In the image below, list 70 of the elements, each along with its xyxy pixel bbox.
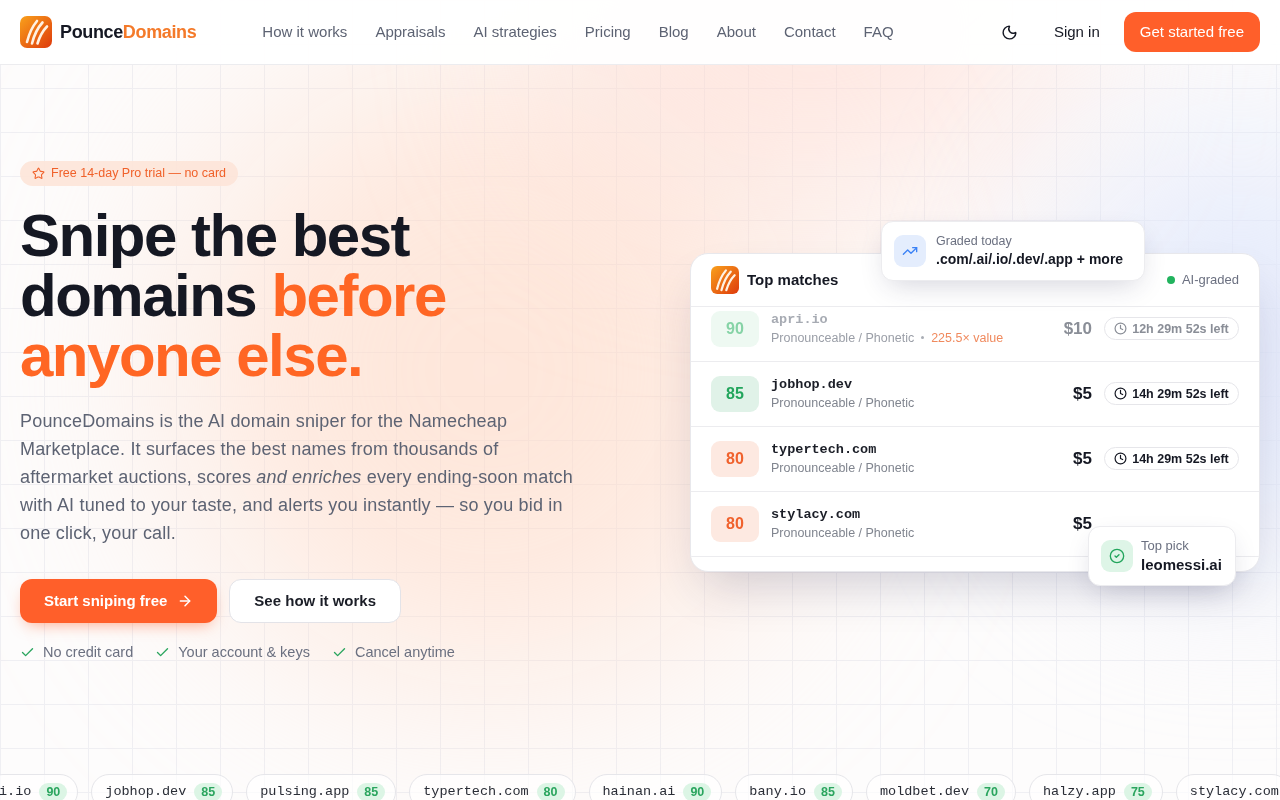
score-badge: 85 bbox=[711, 375, 759, 412]
chip-score: 90 bbox=[39, 782, 68, 800]
price-label: $5 bbox=[1073, 513, 1092, 536]
timer-text: 14h 29m 52s left bbox=[1132, 450, 1229, 468]
chip-domain: bany.io bbox=[749, 782, 807, 800]
nav-link[interactable]: Appraisals bbox=[375, 20, 446, 44]
chip-score: 70 bbox=[977, 782, 1005, 800]
star-icon bbox=[32, 167, 45, 180]
score-badge: 80 bbox=[711, 505, 759, 542]
value-note: 225.5× value bbox=[931, 329, 1004, 347]
price-label: $5 bbox=[1073, 383, 1092, 406]
nav-link[interactable]: Contact bbox=[783, 20, 836, 44]
hero-headline: Snipe the best domains before anyone else. bbox=[20, 206, 447, 386]
clock-icon bbox=[1114, 452, 1128, 466]
logo-icon bbox=[711, 265, 739, 294]
nav-link[interactable]: Pricing bbox=[584, 20, 631, 44]
perk-text: No credit card bbox=[43, 643, 134, 662]
top-pick-domain: leomessi.ai bbox=[1141, 554, 1222, 575]
hero-description: PounceDomains is the AI domain sniper for the Namecheap Marketplace. It surfaces the best names from thousands of aftermarket auctions, scores and enriches every ending-soon match with AI tuned to your taste, and alerts you instantly — so you bid in one click, your call. bbox=[20, 410, 574, 545]
chip-score: 80 bbox=[536, 782, 565, 800]
price-label: $5 bbox=[1073, 448, 1092, 471]
nav-link[interactable]: How it works bbox=[262, 20, 348, 44]
domain-name: jobhop.dev bbox=[771, 375, 853, 394]
chip-score: 75 bbox=[1123, 782, 1152, 800]
timer-text: 12h 29m 52s left bbox=[1132, 320, 1229, 338]
top-pick-label: Top pick bbox=[1141, 536, 1190, 555]
timer-text: 14h 29m 52s left bbox=[1132, 385, 1229, 403]
chip-score: 85 bbox=[357, 782, 386, 800]
brand-name: PounceDomains bbox=[60, 20, 197, 44]
card-title: Top matches bbox=[747, 269, 839, 290]
nav-link[interactable]: FAQ bbox=[863, 20, 894, 44]
logo-icon bbox=[20, 16, 52, 48]
clock-icon bbox=[1114, 322, 1128, 336]
category-label: Pronounceable / Phonetic bbox=[771, 524, 915, 542]
trending-up-icon bbox=[894, 234, 926, 267]
nav-link[interactable]: About bbox=[716, 20, 756, 44]
clock-icon bbox=[1114, 387, 1128, 401]
chip-domain: typertech.com bbox=[423, 782, 529, 800]
dot-separator-icon bbox=[921, 336, 925, 340]
score-badge: 80 bbox=[711, 440, 759, 477]
chip-score: 85 bbox=[814, 782, 842, 800]
graded-today-label: Graded today bbox=[936, 232, 1013, 250]
chip-domain: moldbet.dev bbox=[879, 782, 970, 800]
domain-name: apri.io bbox=[771, 310, 829, 329]
category-label: Pronounceable / Phonetic bbox=[771, 459, 915, 477]
chip-domain: jobhop.dev bbox=[105, 782, 187, 800]
nav-link[interactable]: Blog bbox=[658, 20, 689, 44]
sign-in-link[interactable]: Sign in bbox=[1053, 20, 1100, 44]
chip-domain: i.io bbox=[0, 782, 32, 800]
chip-domain: hainan.ai bbox=[602, 782, 676, 800]
trial-text: Free 14-day Pro trial — no card bbox=[51, 165, 227, 183]
perk-text: Cancel anytime bbox=[354, 643, 455, 662]
chip-domain: halzy.app bbox=[1043, 782, 1116, 800]
nav-link[interactable]: AI strategies bbox=[473, 20, 557, 44]
domain-name: typertech.com bbox=[771, 440, 878, 459]
chip-score: 85 bbox=[194, 782, 223, 800]
price-label: $10 bbox=[1063, 318, 1092, 341]
brand-logo-link[interactable]: PounceDomains bbox=[20, 16, 197, 48]
chip-domain: pulsing.app bbox=[260, 782, 350, 800]
perk-text: Your account & keys bbox=[178, 643, 310, 662]
chip-score: 90 bbox=[683, 782, 712, 800]
graded-today-value: .com/.ai/.io/.dev/.app + more bbox=[936, 249, 1124, 269]
category-label: Pronounceable / Phonetic bbox=[771, 329, 915, 347]
score-badge: 90 bbox=[711, 310, 759, 347]
see-how-button[interactable]: See how it works bbox=[229, 579, 402, 623]
chip-domain: stylacy.com bbox=[1189, 782, 1279, 800]
moon-icon bbox=[1001, 23, 1019, 41]
status-label: AI-graded bbox=[1181, 271, 1239, 290]
domain-name: stylacy.com bbox=[771, 505, 862, 524]
category-label: Pronounceable / Phonetic bbox=[771, 394, 915, 412]
